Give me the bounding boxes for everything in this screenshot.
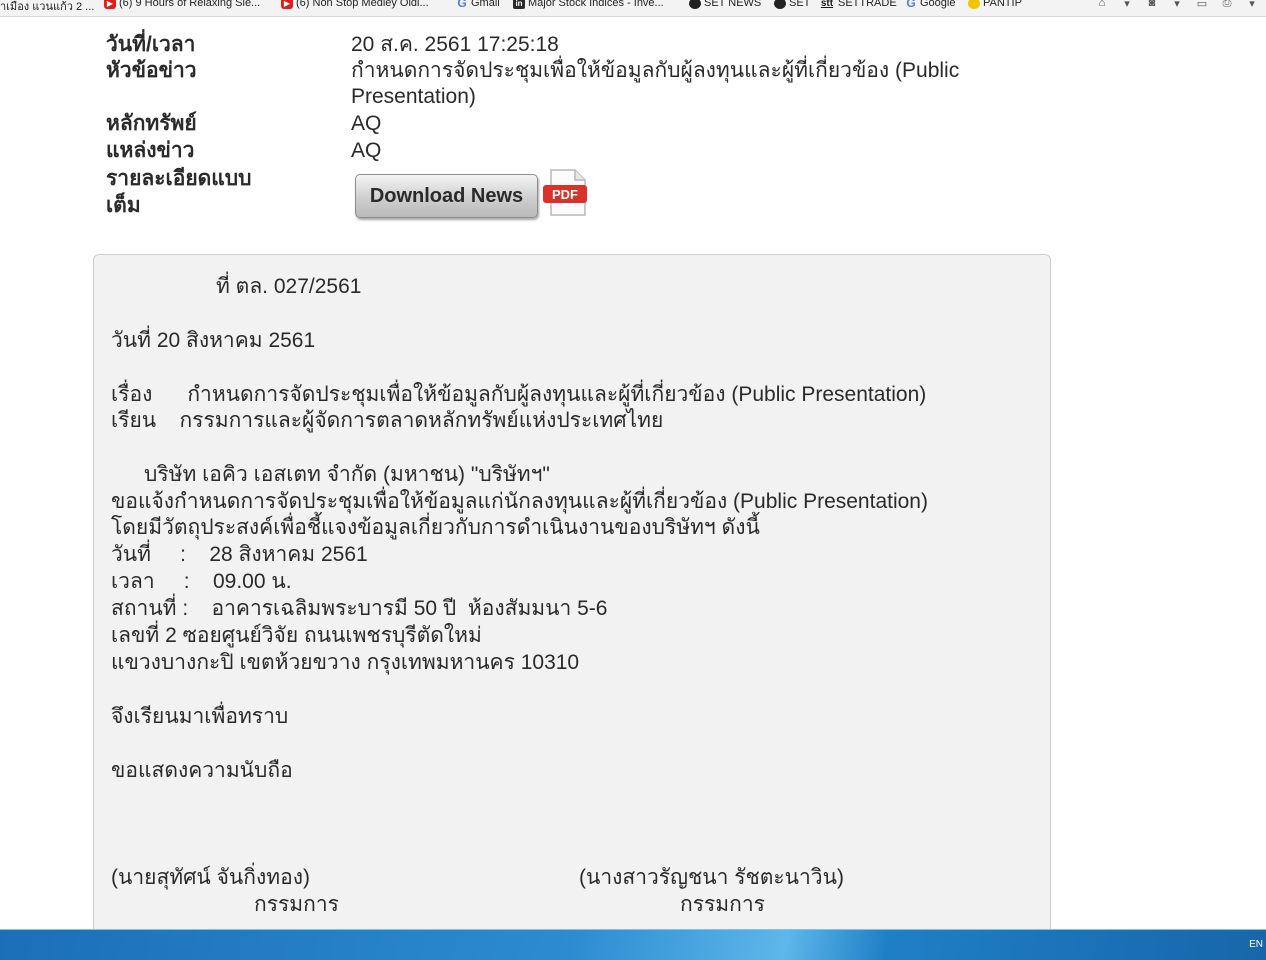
print-icon[interactable]: ⎙: [1219, 0, 1235, 9]
youtube-icon: ▶: [104, 0, 116, 9]
address-line-2: แขวงบางกะปิ เขตห้วยขวาง กรุงเทพมหานคร 10…: [111, 651, 580, 674]
detail-label-line-1: รายละเอียดแบบ: [106, 167, 252, 190]
signer-2-title: กรรมการ: [680, 893, 765, 916]
bookmarks-bar: าเมือง แวนแก้ว 2 ... ▶ (6) 9 Hours of Re…: [0, 0, 1266, 17]
bookmark-item[interactable]: ▶ (6) 9 Hours of Relaxing Sle...: [104, 0, 260, 9]
youtube-icon: ▶: [281, 0, 293, 9]
bookmark-item[interactable]: PANTIP: [968, 0, 1022, 9]
browser-command-bar: ⌂ ▾ ◙ ▾ ▭ ⎙ ▾: [1094, 0, 1260, 10]
bookmark-label: Major Stock Indices - Inve...: [528, 0, 664, 9]
meeting-date: วันที่ : 28 สิงหาคม 2561: [111, 543, 368, 566]
set-icon: [689, 0, 701, 9]
source-value: AQ: [351, 139, 382, 162]
datetime-value: 20 ส.ค. 2561 17:25:18: [351, 33, 559, 56]
body-line-1: บริษัท เอคิว เอสเตท จำกัด (มหาชน) "บริษั…: [144, 463, 550, 486]
chevron-down-icon[interactable]: ▾: [1169, 0, 1185, 10]
bookmark-item[interactable]: G Gmail: [456, 0, 500, 10]
source-label: แหล่งข่าว: [106, 139, 195, 162]
address-line-1: เลขที่ 2 ซอยศูนย์วิจัย ถนนเพชรบุรีตัดใหม…: [111, 624, 482, 647]
bookmark-label: PANTIP: [983, 0, 1022, 9]
bookmark-label: Google: [920, 0, 956, 9]
bookmark-item[interactable]: SET NEWS: [689, 0, 761, 9]
reference-number: ที่ ตล. 027/2561: [216, 275, 362, 298]
security-label: หลักทรัพย์: [106, 112, 197, 135]
subject-value-line-2: Presentation): [351, 85, 476, 108]
chevron-down-icon[interactable]: ▾: [1119, 0, 1135, 10]
rss-feed-icon[interactable]: ◙: [1144, 0, 1160, 9]
pdf-icon[interactable]: PDF: [541, 168, 591, 218]
body-line-2: ขอแจ้งกำหนดการจัดประชุมเพื่อให้ข้อมูลแก่…: [111, 490, 928, 513]
language-indicator[interactable]: EN: [1249, 939, 1263, 950]
download-news-button[interactable]: Download News: [355, 174, 538, 218]
google-icon: G: [906, 0, 916, 10]
bookmark-label: SET NEWS: [704, 0, 762, 9]
bookmark-item[interactable]: stt SETTRADE: [819, 0, 897, 9]
signer-1-title: กรรมการ: [254, 893, 339, 916]
chevron-down-icon[interactable]: ▾: [1244, 0, 1260, 10]
taskbar: EN: [0, 929, 1266, 960]
subject-label: หัวข้อข่าว: [106, 59, 197, 82]
pdf-label: PDF: [552, 187, 578, 202]
bookmark-item[interactable]: SET: [774, 0, 810, 9]
body-line-3: โดยมีวัตถุประสงค์เพื่อชี้แจงข้อมูลเกี่ยว…: [111, 516, 760, 539]
bookmark-item[interactable]: าเมือง แวนแก้ว 2 ...: [0, 0, 94, 15]
announcement-box: ที่ ตล. 027/2561 วันที่ 20 สิงหาคม 2561 …: [93, 254, 1051, 956]
security-value: AQ: [351, 112, 382, 135]
home-icon[interactable]: ⌂: [1094, 0, 1110, 9]
bookmark-label: (6) 9 Hours of Relaxing Sle...: [119, 0, 261, 9]
detail-label-line-2: เต็ม: [106, 194, 141, 217]
closing-line-1: จึงเรียนมาเพื่อทราบ: [111, 705, 289, 728]
page-icon[interactable]: ▭: [1194, 0, 1210, 10]
datetime-label: วันที่/เวลา: [106, 33, 196, 56]
signer-2-name: (นางสาวรัญชนา รัชตะนาวิน): [579, 866, 844, 889]
document-date: วันที่ 20 สิงหาคม 2561: [111, 329, 316, 352]
google-icon: G: [457, 0, 467, 10]
bookmark-label: SET: [789, 0, 811, 9]
document-subject: เรื่อง กำหนดการจัดประชุมเพื่อให้ข้อมูลกั…: [111, 383, 927, 406]
document-recipient: เรียน กรรมการและผู้จัดการตลาดหลักทรัพย์แ…: [111, 409, 664, 432]
bookmark-label: าเมือง แวนแก้ว 2 ...: [0, 1, 95, 13]
bookmark-item[interactable]: in Major Stock Indices - Inve...: [513, 0, 664, 9]
meeting-place: สถานที่ : อาคารเฉลิมพระบารมี 50 ปี ห้องส…: [111, 597, 608, 620]
meeting-time: เวลา : 09.00 น.: [111, 570, 292, 593]
bookmark-label: SETTRADE: [838, 0, 897, 9]
set-icon: [774, 0, 786, 9]
bookmark-label: Gmail: [471, 0, 500, 9]
signer-1-name: (นายสุทัศน์ จันกิ่งทอง): [111, 866, 310, 889]
closing-line-2: ขอแสดงความนับถือ: [111, 759, 293, 782]
bookmark-item[interactable]: G Google: [905, 0, 955, 9]
investing-icon: in: [513, 0, 525, 9]
pantip-icon: [968, 0, 980, 9]
bookmark-label: (6) Non Stop Medley Oldi...: [296, 0, 429, 9]
subject-value-line-1: กำหนดการจัดประชุมเพื่อให้ข้อมูลกับผู้ลงท…: [351, 59, 960, 82]
bookmark-item[interactable]: ▶ (6) Non Stop Medley Oldi...: [281, 0, 429, 9]
settrade-icon: stt: [820, 0, 834, 9]
